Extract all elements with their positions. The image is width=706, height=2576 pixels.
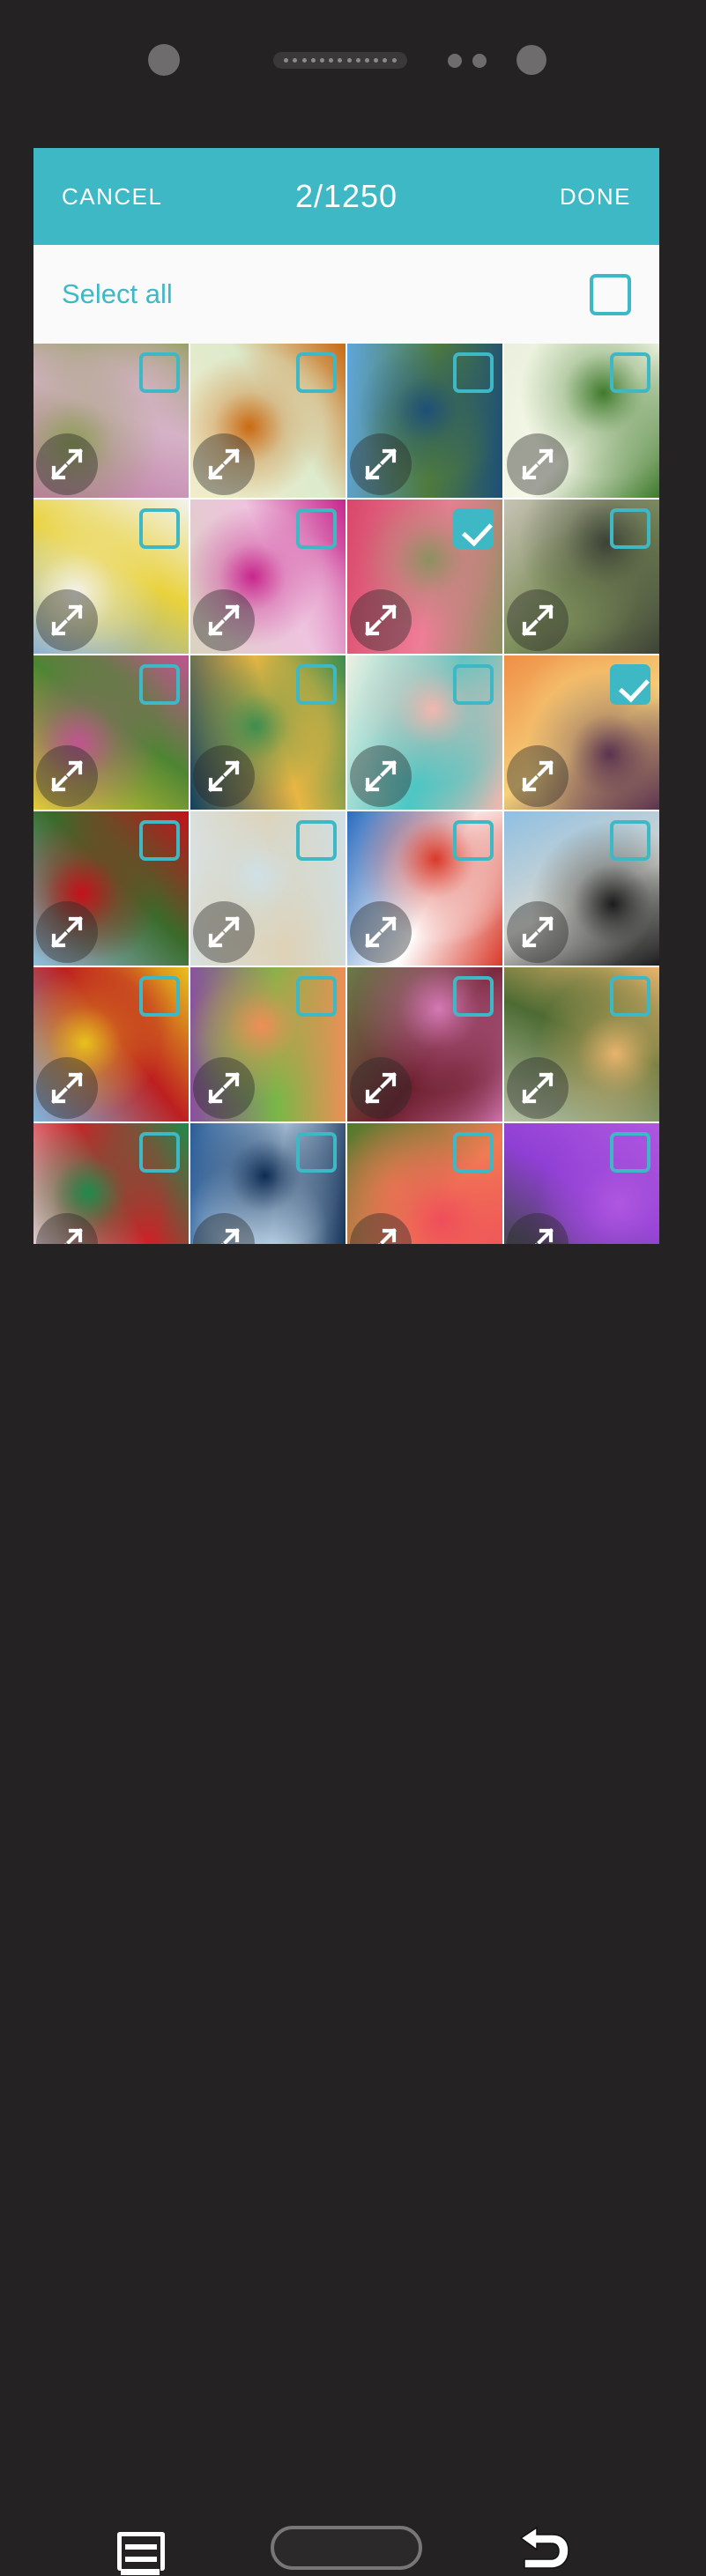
- photo-tile[interactable]: [33, 500, 189, 654]
- expand-arrows-icon[interactable]: [193, 1057, 255, 1119]
- photo-tile[interactable]: [504, 811, 659, 966]
- photo-tile[interactable]: [504, 344, 659, 498]
- system-navigation-bar: [0, 1244, 706, 2575]
- photo-checkbox[interactable]: [453, 976, 494, 1017]
- expand-arrows-icon[interactable]: [193, 745, 255, 807]
- photo-checkbox[interactable]: [139, 1132, 180, 1173]
- photo-tile[interactable]: [190, 655, 346, 810]
- select-all-checkbox[interactable]: [590, 273, 631, 315]
- photo-tile[interactable]: [504, 1123, 659, 1244]
- photo-tile[interactable]: [190, 811, 346, 966]
- front-camera-icon: [516, 45, 546, 75]
- expand-arrows-icon[interactable]: [36, 589, 98, 651]
- photo-tile[interactable]: [190, 1123, 346, 1244]
- home-button[interactable]: [271, 2526, 422, 2570]
- expand-arrows-icon[interactable]: [507, 745, 569, 807]
- expand-arrows-icon[interactable]: [36, 745, 98, 807]
- photo-tile[interactable]: [347, 967, 502, 1121]
- photo-tile[interactable]: [347, 344, 502, 498]
- photo-checkbox-checked[interactable]: [610, 664, 650, 705]
- done-button[interactable]: DONE: [560, 183, 631, 211]
- proximity-sensor-icon: [448, 54, 462, 68]
- menu-icon[interactable]: [117, 2532, 165, 2575]
- expand-arrows-icon[interactable]: [507, 589, 569, 651]
- photo-checkbox[interactable]: [139, 664, 180, 705]
- photo-checkbox[interactable]: [139, 976, 180, 1017]
- expand-arrows-icon[interactable]: [507, 901, 569, 963]
- photo-checkbox[interactable]: [610, 976, 650, 1017]
- cancel-button[interactable]: CANCEL: [62, 183, 162, 211]
- photo-checkbox[interactable]: [296, 1132, 337, 1173]
- expand-arrows-icon[interactable]: [350, 901, 412, 963]
- select-all-row[interactable]: Select all: [33, 245, 659, 344]
- photo-checkbox[interactable]: [453, 1132, 494, 1173]
- photo-checkbox[interactable]: [296, 820, 337, 861]
- photo-tile[interactable]: [190, 500, 346, 654]
- speaker-grille: [273, 52, 407, 69]
- photo-tile[interactable]: [347, 655, 502, 810]
- photo-tile[interactable]: [190, 344, 346, 498]
- expand-arrows-icon[interactable]: [36, 1057, 98, 1119]
- device-top-bezel: [0, 0, 706, 148]
- photo-checkbox[interactable]: [610, 508, 650, 549]
- expand-arrows-icon[interactable]: [193, 433, 255, 495]
- photo-checkbox[interactable]: [139, 352, 180, 393]
- photo-tile[interactable]: [347, 500, 502, 654]
- photo-checkbox[interactable]: [610, 352, 650, 393]
- expand-arrows-icon[interactable]: [350, 745, 412, 807]
- app-bar: CANCEL 2/1250 DONE: [33, 148, 659, 245]
- photo-tile[interactable]: [33, 655, 189, 810]
- select-all-label: Select all: [62, 278, 173, 309]
- photo-checkbox[interactable]: [453, 820, 494, 861]
- photo-checkbox[interactable]: [296, 664, 337, 705]
- photo-checkbox-checked[interactable]: [453, 508, 494, 549]
- expand-arrows-icon[interactable]: [193, 589, 255, 651]
- photo-tile[interactable]: [33, 811, 189, 966]
- phone-screen: CANCEL 2/1250 DONE Select all: [33, 148, 659, 1244]
- photo-tile[interactable]: [190, 967, 346, 1121]
- photo-checkbox[interactable]: [139, 820, 180, 861]
- photo-grid: [33, 344, 659, 1244]
- light-sensor-icon: [472, 54, 487, 68]
- expand-arrows-icon[interactable]: [350, 433, 412, 495]
- photo-checkbox[interactable]: [610, 820, 650, 861]
- photo-checkbox[interactable]: [453, 664, 494, 705]
- photo-checkbox[interactable]: [139, 508, 180, 549]
- expand-arrows-icon[interactable]: [36, 433, 98, 495]
- expand-arrows-icon[interactable]: [36, 901, 98, 963]
- expand-arrows-icon[interactable]: [350, 589, 412, 651]
- photo-tile[interactable]: [347, 811, 502, 966]
- back-icon[interactable]: [514, 2526, 572, 2572]
- photo-checkbox[interactable]: [296, 976, 337, 1017]
- camera-icon: [148, 44, 180, 76]
- expand-arrows-icon[interactable]: [350, 1057, 412, 1119]
- photo-tile[interactable]: [504, 500, 659, 654]
- photo-checkbox[interactable]: [296, 352, 337, 393]
- expand-arrows-icon[interactable]: [193, 901, 255, 963]
- photo-tile[interactable]: [504, 967, 659, 1121]
- expand-arrows-icon[interactable]: [507, 433, 569, 495]
- photo-tile[interactable]: [33, 967, 189, 1121]
- photo-tile[interactable]: [347, 1123, 502, 1244]
- photo-tile[interactable]: [33, 1123, 189, 1244]
- photo-tile[interactable]: [33, 344, 189, 498]
- photo-tile[interactable]: [504, 655, 659, 810]
- photo-checkbox[interactable]: [610, 1132, 650, 1173]
- photo-checkbox[interactable]: [296, 508, 337, 549]
- expand-arrows-icon[interactable]: [507, 1057, 569, 1119]
- photo-checkbox[interactable]: [453, 352, 494, 393]
